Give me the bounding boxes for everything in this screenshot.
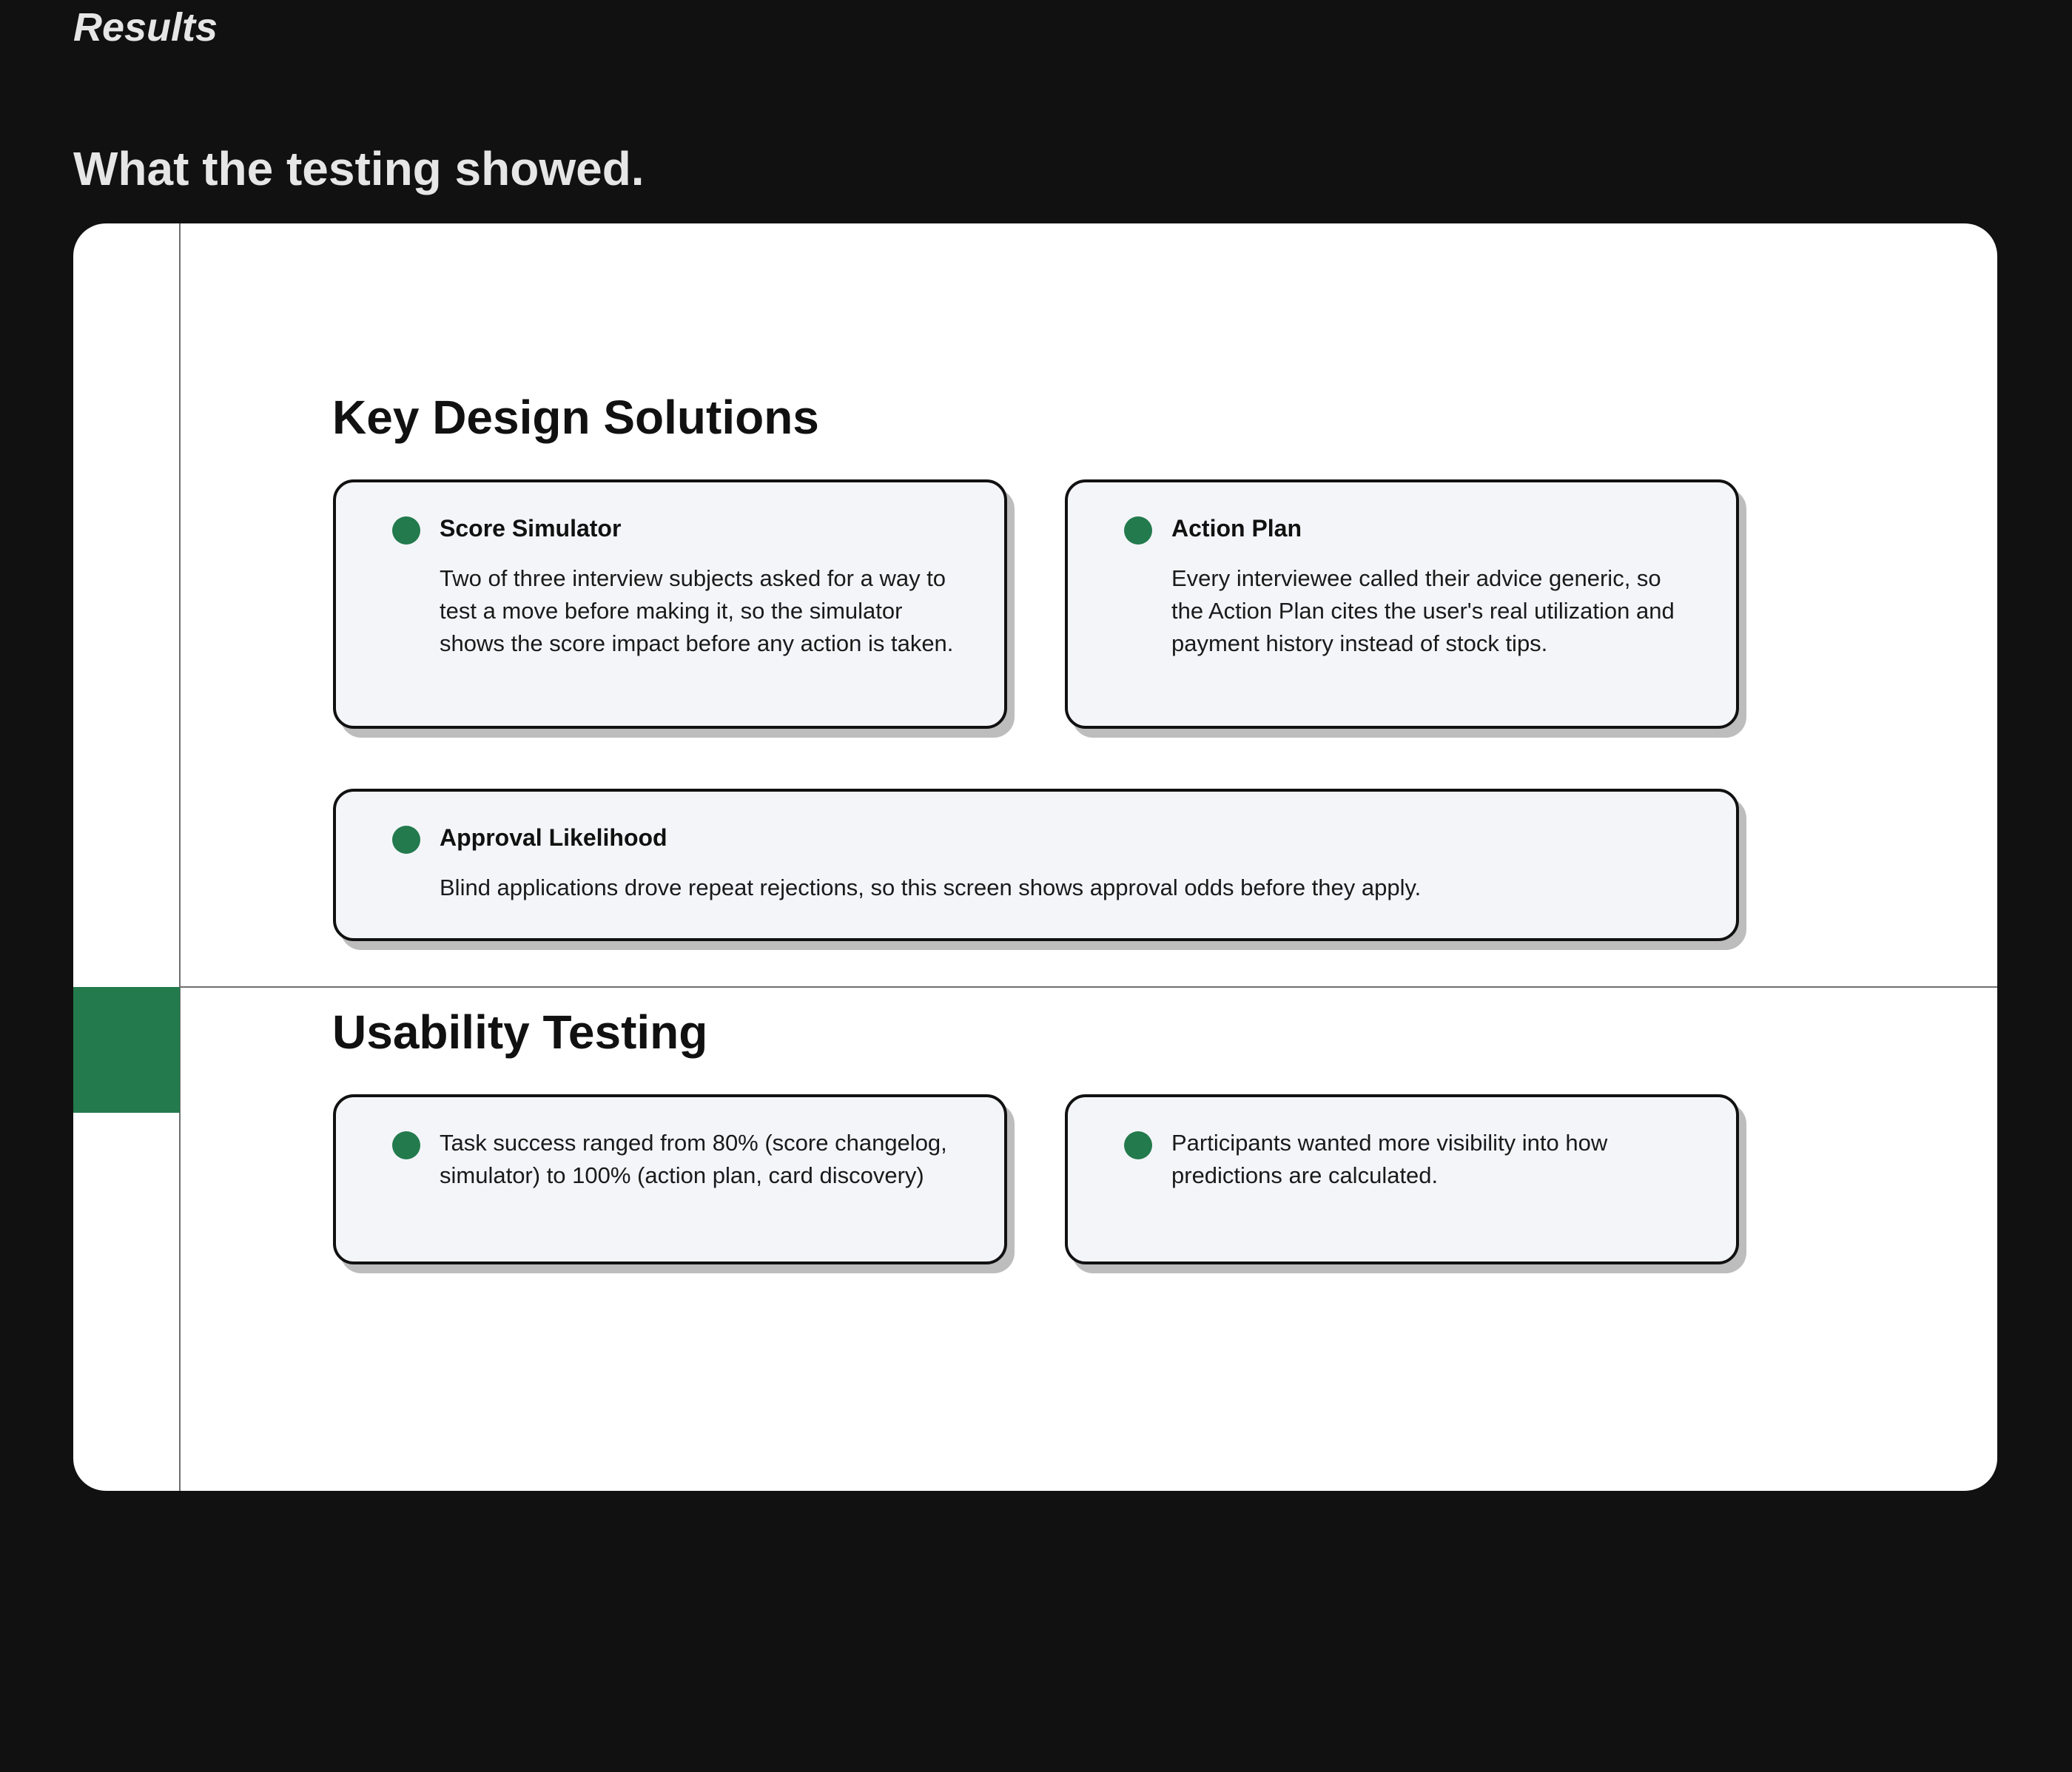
card-description: Every interviewee called their advice ge… [1171, 565, 1675, 656]
solution-card-approval-likelihood: Approval Likelihood Blind applications d… [333, 789, 1739, 941]
solution-card-score-simulator: Score Simulator Two of three interview s… [333, 479, 1007, 729]
results-panel: Key Design Solutions Score Simulator Two… [73, 223, 1997, 1491]
vertical-divider [179, 223, 181, 1491]
usability-testing-title: Usability Testing [332, 1005, 708, 1059]
bullet-dot-icon [392, 516, 420, 545]
finding-text: Task success ranged from 80% (score chan… [440, 1130, 947, 1188]
card-title: Approval Likelihood [440, 824, 667, 851]
page-title: What the testing showed. [73, 142, 645, 195]
card-description: Blind applications drove repeat rejectio… [440, 875, 1422, 900]
usability-finding-card: Participants wanted more visibility into… [1065, 1094, 1739, 1264]
bullet-dot-icon [392, 826, 420, 854]
bullet-dot-icon [392, 1131, 420, 1159]
horizontal-divider [179, 986, 1997, 988]
key-design-solutions-title: Key Design Solutions [332, 391, 819, 444]
bullet-dot-icon [1124, 516, 1152, 545]
section-accent-marker [73, 987, 180, 1113]
card-title: Action Plan [1171, 515, 1302, 542]
card-description: Two of three interview subjects asked fo… [440, 565, 954, 656]
bullet-dot-icon [1124, 1131, 1152, 1159]
usability-finding-card: Task success ranged from 80% (score chan… [333, 1094, 1007, 1264]
section-eyebrow: Results [73, 5, 218, 50]
solution-card-action-plan: Action Plan Every interviewee called the… [1065, 479, 1739, 729]
card-title: Score Simulator [440, 515, 622, 542]
finding-text: Participants wanted more visibility into… [1171, 1130, 1608, 1188]
